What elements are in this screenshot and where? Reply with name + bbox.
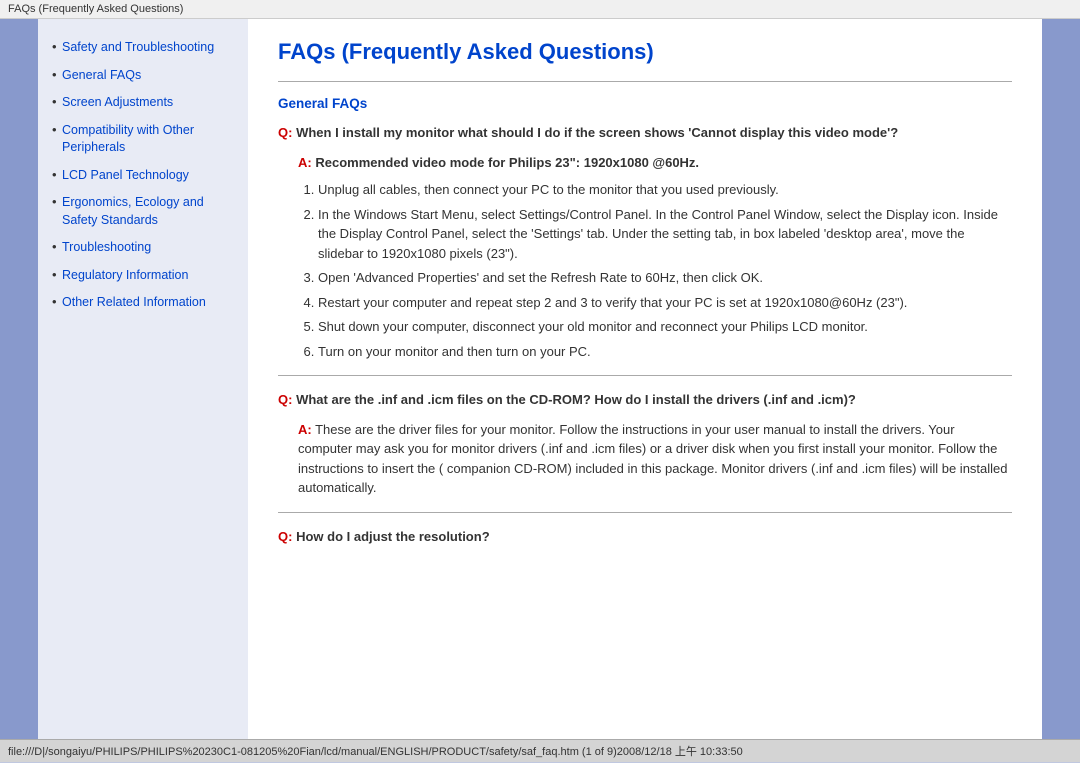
q1-question: Q: When I install my monitor what should… [278,123,1012,143]
q1-answer: A: Recommended video mode for Philips 23… [298,153,1012,362]
sidebar-link-compatibility[interactable]: Compatibility with Other Peripherals [62,123,194,155]
content-area: FAQs (Frequently Asked Questions) Genera… [248,19,1042,739]
q2-answer-content: These are the driver files for your moni… [298,422,1008,496]
q1-step-5: Shut down your computer, disconnect your… [318,317,1012,337]
q1-question-text: When I install my monitor what should I … [296,125,898,140]
sidebar-link-safety[interactable]: Safety and Troubleshooting [62,40,214,54]
q1-a-label: A: [298,155,312,170]
q1-label: Q: [278,125,292,140]
q1-step-4: Restart your computer and repeat step 2 … [318,293,1012,313]
sidebar-item-compatibility: Compatibility with Other Peripherals [52,122,238,157]
sidebar-item-safety: Safety and Troubleshooting [52,39,238,57]
q2-question: Q: What are the .inf and .icm files on t… [278,390,1012,410]
title-bar: FAQs (Frequently Asked Questions) [0,0,1080,19]
q1-step-3: Open 'Advanced Properties' and set the R… [318,268,1012,288]
q1-step-1: Unplug all cables, then connect your PC … [318,180,1012,200]
sidebar-item-general-faqs: General FAQs [52,67,238,85]
sidebar-link-lcd[interactable]: LCD Panel Technology [62,168,189,182]
q2-divider [278,512,1012,513]
q2-question-text: What are the .inf and .icm files on the … [296,392,856,407]
title-divider [278,81,1012,82]
sidebar-link-screen-adjustments[interactable]: Screen Adjustments [62,95,173,109]
q1-step-2: In the Windows Start Menu, select Settin… [318,205,1012,264]
sidebar-item-other: Other Related Information [52,294,238,312]
q1-answer-intro: A: Recommended video mode for Philips 23… [298,153,1012,173]
right-accent-bar [1042,19,1080,739]
sidebar-link-regulatory[interactable]: Regulatory Information [62,268,188,282]
q3-label: Q: [278,529,292,544]
q1-step-6: Turn on your monitor and then turn on yo… [318,342,1012,362]
section-title: General FAQs [278,96,1012,111]
left-accent-bar [0,19,38,739]
sidebar-link-troubleshooting[interactable]: Troubleshooting [62,240,151,254]
sidebar-item-troubleshooting: Troubleshooting [52,239,238,257]
q2-label: Q: [278,392,292,407]
sidebar-link-general-faqs[interactable]: General FAQs [62,68,141,82]
q1-steps-list: Unplug all cables, then connect your PC … [298,180,1012,361]
q2-answer-text: A: These are the driver files for your m… [298,420,1012,498]
sidebar-link-other[interactable]: Other Related Information [62,295,206,309]
q3-question: Q: How do I adjust the resolution? [278,527,1012,547]
sidebar-nav: Safety and Troubleshooting General FAQs … [52,39,238,312]
q1-answer-text: Recommended video mode for Philips 23": … [315,155,699,170]
q2-answer: A: These are the driver files for your m… [298,420,1012,498]
sidebar-item-lcd: LCD Panel Technology [52,167,238,185]
window-title: FAQs (Frequently Asked Questions) [0,0,1080,19]
sidebar-item-ergonomics: Ergonomics, Ecology and Safety Standards [52,194,238,229]
status-bar: file:///D|/songaiyu/PHILIPS/PHILIPS%2023… [0,739,1080,762]
sidebar: Safety and Troubleshooting General FAQs … [38,19,248,739]
q2-a-label: A: [298,422,312,437]
q3-question-text: How do I adjust the resolution? [296,529,490,544]
q1-divider [278,375,1012,376]
page-title: FAQs (Frequently Asked Questions) [278,39,1012,65]
sidebar-link-ergonomics[interactable]: Ergonomics, Ecology and Safety Standards [62,195,204,227]
sidebar-item-regulatory: Regulatory Information [52,267,238,285]
sidebar-item-screen-adjustments: Screen Adjustments [52,94,238,112]
